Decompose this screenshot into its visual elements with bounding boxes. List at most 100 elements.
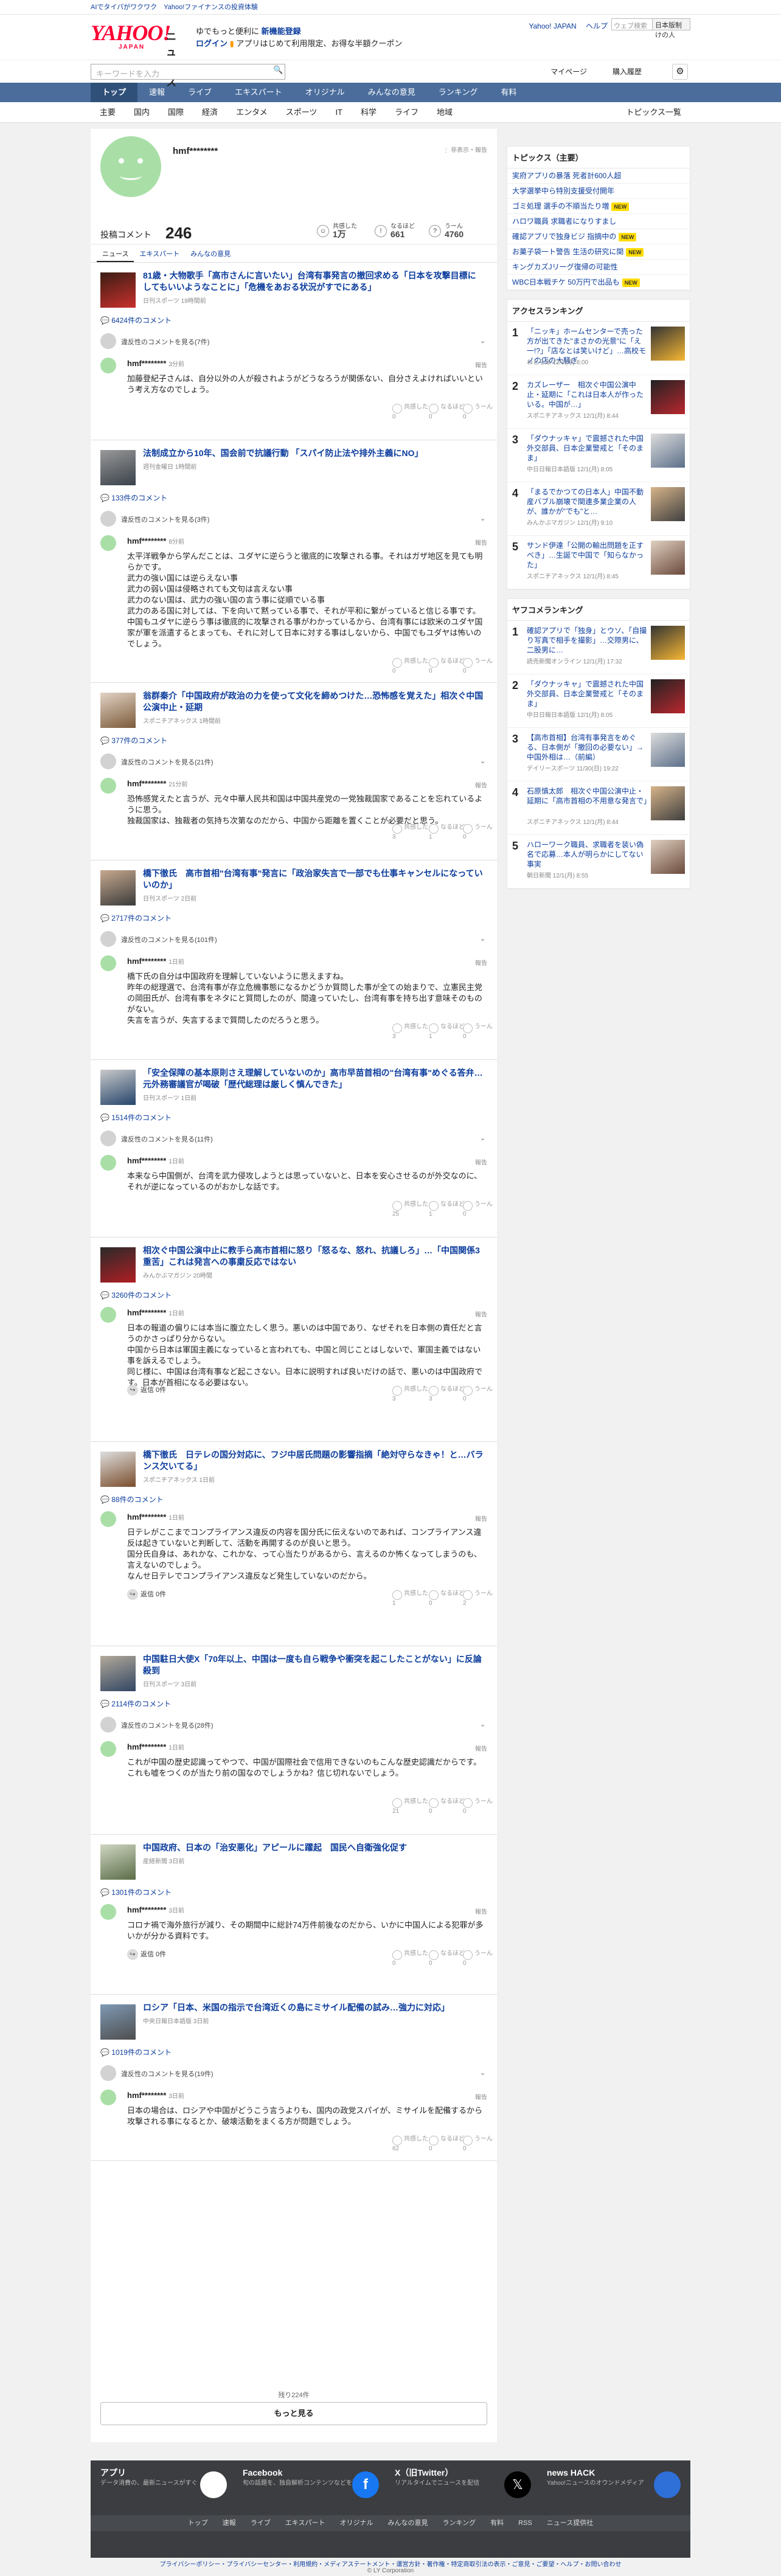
reaction-a[interactable]: 共感した 62 — [392, 2136, 429, 2153]
gnav-live[interactable]: ライブ — [176, 83, 223, 102]
report-link[interactable]: 報告 — [475, 1906, 487, 1916]
article-thumbnail[interactable] — [100, 1656, 136, 1691]
hidden-comments-toggle[interactable]: ⌄ 違反性のコメントを見る(19件) — [100, 2064, 487, 2082]
purchase-history-link[interactable]: 購入履歴 — [613, 66, 642, 77]
article-thumbnail[interactable] — [100, 2004, 136, 2040]
comment-count-link[interactable]: 💬 6424件のコメント — [100, 315, 172, 325]
facebook-icon[interactable]: f — [352, 2471, 379, 2498]
report-link[interactable]: 報告 — [475, 1157, 487, 1166]
topic-link[interactable]: 実府アプリの暴落 死者計600人超 — [507, 168, 690, 184]
comment-count-link[interactable]: 💬 3260件のコメント — [100, 1290, 172, 1300]
cnav-it[interactable]: IT — [326, 102, 352, 123]
reaction-a[interactable]: 共感した 3 — [392, 1386, 429, 1403]
topic-link[interactable]: 大学選挙中ら特別支援受付開年 — [507, 184, 690, 199]
article-title[interactable]: 翁群秦介「中国政府が政治の力を使って文化を締めつけた…恐怖感を覚えた」相次ぐ中国… — [143, 690, 484, 713]
reaction-c[interactable]: うーん 0 — [463, 658, 499, 675]
hidden-comments-toggle[interactable]: ⌄ 違反性のコメントを見る(11件) — [100, 1129, 487, 1148]
article-thumbnail[interactable] — [100, 272, 136, 308]
report-link[interactable]: 報告 — [475, 538, 487, 547]
footer-nav-item[interactable]: ランキング — [442, 2515, 476, 2531]
yahoo-news-logo[interactable]: YAHOO! JAPAN ニュース — [91, 21, 182, 88]
cnav-science[interactable]: 科学 — [352, 102, 386, 123]
article-title[interactable]: 81歳・大物歌手「高市さんに言いたい」台湾有事発言の撤回求める「日本を攻撃目標に… — [143, 270, 484, 293]
ranking-item[interactable]: 1 「ニッキ」ホームセンターで売った方が出てきた"まさかの光景"に「え一!?」「店… — [507, 322, 690, 375]
comment-count-link[interactable]: 💬 2717件のコメント — [100, 913, 172, 923]
article-title[interactable]: 中国駐日大使X「70年以上、中国は一度も自ら戦争や衝突を起こしたことがない」に反… — [143, 1653, 484, 1677]
reaction-b[interactable]: なるほど 3 — [429, 1386, 465, 1403]
reaction-c[interactable]: うーん 0 — [463, 1386, 499, 1403]
article-title[interactable]: 「安全保障の基本原則さえ理解していないのか」高市早苗首相の"台湾有事"めぐる答弁… — [143, 1067, 484, 1090]
article-thumbnail[interactable] — [100, 1070, 136, 1105]
ranking-item[interactable]: 4 「まるでかつての日本人」中国不動産バブル崩壊で関連多業企業の人が、誰かが"でも… — [507, 482, 690, 536]
x-icon[interactable]: 𝕏 — [504, 2471, 531, 2498]
reaction-c[interactable]: うーん 0 — [463, 1201, 499, 1218]
tab-expert[interactable]: エキスパート — [134, 244, 185, 262]
footer-facebook[interactable]: Facebook 旬の話題を、独自解析コンテンツなどを配信 — [243, 2468, 364, 2488]
article-thumbnail[interactable] — [100, 870, 136, 905]
header-promo[interactable]: ゆでもっと便利に 新機能登録 ログイン ▮ アプリはじめて利用限定、お得な半額ク… — [196, 26, 402, 50]
reaction-b[interactable]: なるほど 0 — [429, 404, 465, 421]
report-link[interactable]: 報告 — [475, 780, 487, 789]
web-search-button[interactable]: 日本版制 けの人 — [652, 19, 690, 39]
footer-nav-item[interactable]: 有料 — [490, 2515, 504, 2531]
reaction-c[interactable]: うーん 2 — [463, 1590, 499, 1607]
reaction-a[interactable]: 共感した 0 — [392, 404, 429, 421]
ranking-item[interactable]: 2 「ダウナッキャ」で震撼された中国外交部員、日本企業警戒と「そのまま」 中日日報日… — [507, 674, 690, 728]
gnav-ranking[interactable]: ランキング — [427, 83, 490, 102]
article-title[interactable]: 中国政府、日本の「治安悪化」アピールに躍起 国民へ自衛強化促す — [143, 1842, 484, 1854]
tab-opinion[interactable]: みんなの意見 — [185, 244, 236, 262]
web-search-input[interactable]: ウェブ検索 日本版制 けの人 — [611, 18, 690, 39]
footer-nav-item[interactable]: ライブ — [251, 2515, 271, 2531]
footer-nav-item[interactable]: トップ — [188, 2515, 208, 2531]
article-title[interactable]: 相次ぐ中国公演中止に教手ら高市首相に怒り「怒るな、怒れ、抗議しろ」…「中国関係3… — [143, 1245, 484, 1268]
article-thumbnail[interactable] — [100, 1247, 136, 1283]
gnav-top[interactable]: トップ — [91, 83, 138, 102]
topic-link[interactable]: お菓子袋一ト警告 生活の研究に関 NEW — [507, 244, 690, 260]
comment-count-link[interactable]: 💬 1019件のコメント — [100, 2047, 172, 2057]
reaction-a[interactable]: 共感した 21 — [392, 1798, 429, 1815]
reply-button[interactable]: 返信 0件 — [127, 1949, 166, 1960]
reaction-c[interactable]: うーん 0 — [463, 1950, 499, 1967]
news-search-input[interactable]: キーワードを入力 — [91, 64, 285, 80]
hidden-comments-toggle[interactable]: ⌄ 違反性のコメントを見る(3件) — [100, 510, 487, 528]
ranking-item[interactable]: 3 「ダウナッキャ」で震撼された中国外交部員、日本企業警戒と「そのまま」 中日日報日… — [507, 429, 690, 482]
search-icon[interactable]: 🔍 — [273, 65, 284, 76]
reaction-b[interactable]: なるほど 1 — [429, 824, 465, 841]
reaction-b[interactable]: なるほど 0 — [429, 1950, 465, 1967]
ranking-item[interactable]: 1 確認アプリで「独身」とウソ、「自撮り写真で相手を撮影」…交際男に、二股男に… 読… — [507, 621, 690, 674]
ranking-item[interactable]: 3 【高市首相】台湾有事発言をめぐる、日本側が「撤回の必要ない」→中国外相は…（前… — [507, 728, 690, 781]
reaction-b[interactable]: なるほど 0 — [429, 2136, 465, 2153]
comment-count-link[interactable]: 💬 133件のコメント — [100, 493, 167, 503]
article-thumbnail[interactable] — [100, 1844, 136, 1880]
gear-icon[interactable]: ⚙ — [672, 64, 688, 80]
yahoo-japan-link[interactable]: Yahoo! JAPAN — [529, 22, 576, 30]
comment-count-link[interactable]: 💬 1514件のコメント — [100, 1112, 172, 1123]
reaction-a[interactable]: 共感した 3 — [392, 1023, 429, 1040]
reaction-c[interactable]: うーん 0 — [463, 2136, 499, 2153]
report-link[interactable]: 報告 — [475, 1309, 487, 1318]
reaction-b[interactable]: なるほど 0 — [429, 658, 465, 675]
newshack-icon[interactable] — [654, 2471, 681, 2498]
article-thumbnail[interactable] — [100, 450, 136, 485]
help-link[interactable]: ヘルプ — [586, 22, 608, 30]
topic-link[interactable]: ハロワ職員 求職者になりすまし — [507, 214, 690, 229]
article-title[interactable]: 橋下徹氏 高市首相"台湾有事"発言に「政治家失言で一部でも仕事キャンセルになって… — [143, 868, 484, 891]
reaction-c[interactable]: うーん 0 — [463, 1798, 499, 1815]
hidden-comments-toggle[interactable]: ⌄ 違反性のコメントを見る(101件) — [100, 930, 487, 948]
footer-nav-item[interactable]: みんなの意見 — [387, 2515, 428, 2531]
ranking-item[interactable]: 2 カズレーザー 相次ぐ中国公演中止・延期に「これは日本人が作ったいる。中国が…」… — [507, 375, 690, 429]
topics-list-link[interactable]: トピックス一覧 — [617, 102, 690, 123]
reaction-b[interactable]: なるほど 0 — [429, 1590, 465, 1607]
reaction-a[interactable]: 共感した 3 — [392, 824, 429, 841]
reply-button[interactable]: 返信 0件 — [127, 1385, 166, 1396]
report-link[interactable]: 報告 — [475, 958, 487, 967]
comment-count-link[interactable]: 💬 88件のコメント — [100, 1494, 164, 1504]
reaction-b[interactable]: なるほど 0 — [429, 1798, 465, 1815]
gnav-original[interactable]: オリジナル — [294, 83, 356, 102]
reaction-c[interactable]: うーん 0 — [463, 1023, 499, 1040]
comment-count-link[interactable]: 💬 1301件のコメント — [100, 1887, 172, 1897]
footer-x[interactable]: X（旧Twitter） リアルタイムでニュースを配信 — [395, 2468, 516, 2488]
promo-link-ai[interactable]: AIでタイパがワクワク — [91, 4, 157, 11]
cnav-international[interactable]: 国際 — [159, 102, 193, 123]
comment-count-link[interactable]: 💬 377件のコメント — [100, 735, 167, 746]
